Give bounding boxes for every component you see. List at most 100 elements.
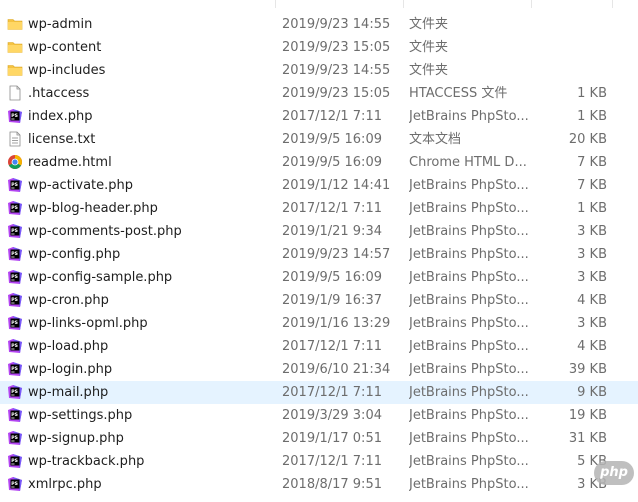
file-type: JetBrains PhpSto... [409, 270, 529, 285]
folder-icon [7, 16, 23, 32]
file-row[interactable]: PS wp-settings.php 2019/3/29 3:04 JetBrains… [0, 404, 638, 427]
svg-text:PS: PS [11, 205, 18, 211]
file-row[interactable]: PS wp-cron.php 2019/1/9 16:37 JetBrains Php… [0, 289, 638, 312]
file-row[interactable]: PS xmlrpc.php 2018/8/17 9:51 JetBrains PhpS… [0, 473, 638, 496]
file-row[interactable]: PS wp-config.php 2019/9/23 14:57 JetBrains … [0, 243, 638, 266]
file-name-cell: PS wp-activate.php [4, 174, 274, 197]
svg-text:PS: PS [11, 297, 18, 303]
file-row[interactable]: PS wp-trackback.php 2017/12/1 7:11 JetBrain… [0, 450, 638, 473]
file-modified-date: 2019/1/17 0:51 [282, 431, 382, 446]
phpstorm-icon: PS [7, 407, 23, 423]
file-row[interactable]: .htaccess 2019/9/23 15:05 HTACCESS 文件 1 KB [0, 82, 638, 105]
file-row[interactable]: PS wp-activate.php 2019/1/12 14:41 JetBrain… [0, 174, 638, 197]
file-name-cell: PS wp-load.php [4, 335, 274, 358]
file-type: 文件夹 [409, 17, 449, 32]
column-divider[interactable] [531, 0, 532, 8]
svg-text:PS: PS [11, 320, 18, 326]
file-modified-date: 2019/3/29 3:04 [282, 408, 382, 423]
file-name: wp-content [28, 40, 102, 55]
file-type: JetBrains PhpSto... [409, 339, 529, 354]
file-name-cell: PS wp-login.php [4, 358, 274, 381]
file-size: 1 KB [577, 201, 607, 216]
file-size: 3 KB [577, 224, 607, 239]
file-name: .htaccess [28, 86, 90, 101]
file-size: 9 KB [577, 385, 607, 400]
file-row[interactable]: PS wp-links-opml.php 2019/1/16 13:29 JetBra… [0, 312, 638, 335]
file-size: 7 KB [577, 178, 607, 193]
file-modified-date: 2019/9/5 16:09 [282, 132, 382, 147]
file-size [540, 13, 607, 36]
file-modified-date: 2019/9/23 15:05 [282, 40, 391, 55]
file-name: index.php [28, 109, 93, 124]
file-row[interactable]: readme.html 2019/9/5 16:09 Chrome HTML D..… [0, 151, 638, 174]
phpstorm-icon: PS [7, 292, 23, 308]
file-name: wp-includes [28, 63, 106, 78]
file-row[interactable]: PS wp-signup.php 2019/1/17 0:51 JetBrains P… [0, 427, 638, 450]
file-row[interactable]: license.txt 2019/9/5 16:09 文本文档 20 KB [0, 128, 638, 151]
file-row[interactable]: PS wp-load.php 2017/12/1 7:11 JetBrains Php… [0, 335, 638, 358]
file-row[interactable]: PS wp-mail.php 2017/12/1 7:11 JetBrains Php… [0, 381, 638, 404]
svg-text:PS: PS [11, 458, 18, 464]
column-divider[interactable] [275, 0, 276, 8]
phpstorm-icon: PS [7, 361, 23, 377]
chrome-icon [7, 154, 23, 170]
file-size: 39 KB [568, 362, 607, 377]
file-name-cell: wp-includes [4, 59, 274, 82]
phpstorm-icon: PS [7, 200, 23, 216]
phpstorm-icon: PS [7, 108, 23, 124]
file-modified-date: 2017/12/1 7:11 [282, 339, 382, 354]
phpstorm-icon: PS [7, 246, 23, 262]
file-row[interactable]: PS index.php 2017/12/1 7:11 JetBrains PhpSt… [0, 105, 638, 128]
svg-text:PS: PS [11, 435, 18, 441]
file-size: 31 KB [568, 431, 607, 446]
file-type: Chrome HTML D... [409, 155, 527, 170]
svg-text:PS: PS [11, 251, 18, 257]
file-name: wp-activate.php [28, 178, 134, 193]
file-size: 1 KB [577, 86, 607, 101]
file-row[interactable]: wp-content 2019/9/23 15:05 文件夹 [0, 36, 638, 59]
file-modified-date: 2017/12/1 7:11 [282, 454, 382, 469]
column-divider[interactable] [403, 0, 404, 8]
file-modified-date: 2018/8/17 9:51 [282, 477, 382, 492]
file-name: wp-admin [28, 17, 93, 32]
file-size: 7 KB [577, 155, 607, 170]
phpstorm-icon: PS [7, 177, 23, 193]
file-modified-date: 2019/9/5 16:09 [282, 270, 382, 285]
file-row[interactable]: PS wp-login.php 2019/6/10 21:34 JetBrains P… [0, 358, 638, 381]
file-modified-date: 2019/1/16 13:29 [282, 316, 391, 331]
php-watermark: php [594, 461, 634, 485]
file-name: wp-load.php [28, 339, 109, 354]
file-size: 20 KB [568, 132, 607, 147]
file-row[interactable]: wp-includes 2019/9/23 14:55 文件夹 [0, 59, 638, 82]
file-row[interactable]: PS wp-blog-header.php 2017/12/1 7:11 JetBra… [0, 197, 638, 220]
file-name-cell: PS wp-config-sample.php [4, 266, 274, 289]
blank-file-icon [7, 85, 23, 101]
file-size: 3 KB [577, 316, 607, 331]
svg-text:PS: PS [11, 481, 18, 487]
file-name: wp-signup.php [28, 431, 124, 446]
file-name: wp-settings.php [28, 408, 133, 423]
phpstorm-icon: PS [7, 338, 23, 354]
file-modified-date: 2017/12/1 7:11 [282, 109, 382, 124]
file-type: JetBrains PhpSto... [409, 431, 529, 446]
file-type: JetBrains PhpSto... [409, 316, 529, 331]
file-name-cell: PS wp-cron.php [4, 289, 274, 312]
folder-icon [7, 39, 23, 55]
phpstorm-icon: PS [7, 430, 23, 446]
file-row[interactable]: PS wp-comments-post.php 2019/1/21 9:34 JetB… [0, 220, 638, 243]
file-name: license.txt [28, 132, 96, 147]
file-name: wp-comments-post.php [28, 224, 182, 239]
file-name-cell: PS wp-config.php [4, 243, 274, 266]
file-name-cell: wp-content [4, 36, 274, 59]
file-row[interactable]: PS wp-config-sample.php 2019/9/5 16:09 JetB… [0, 266, 638, 289]
phpstorm-icon: PS [7, 384, 23, 400]
file-name-cell: wp-admin [4, 13, 274, 36]
svg-text:PS: PS [11, 228, 18, 234]
file-name-cell: .htaccess [4, 82, 274, 105]
file-type: JetBrains PhpSto... [409, 293, 529, 308]
file-name-cell: PS wp-links-opml.php [4, 312, 274, 335]
file-row[interactable]: wp-admin 2019/9/23 14:55 文件夹 [0, 13, 638, 36]
column-divider[interactable] [612, 0, 613, 8]
file-size: 3 KB [577, 270, 607, 285]
file-name-cell: PS wp-signup.php [4, 427, 274, 450]
